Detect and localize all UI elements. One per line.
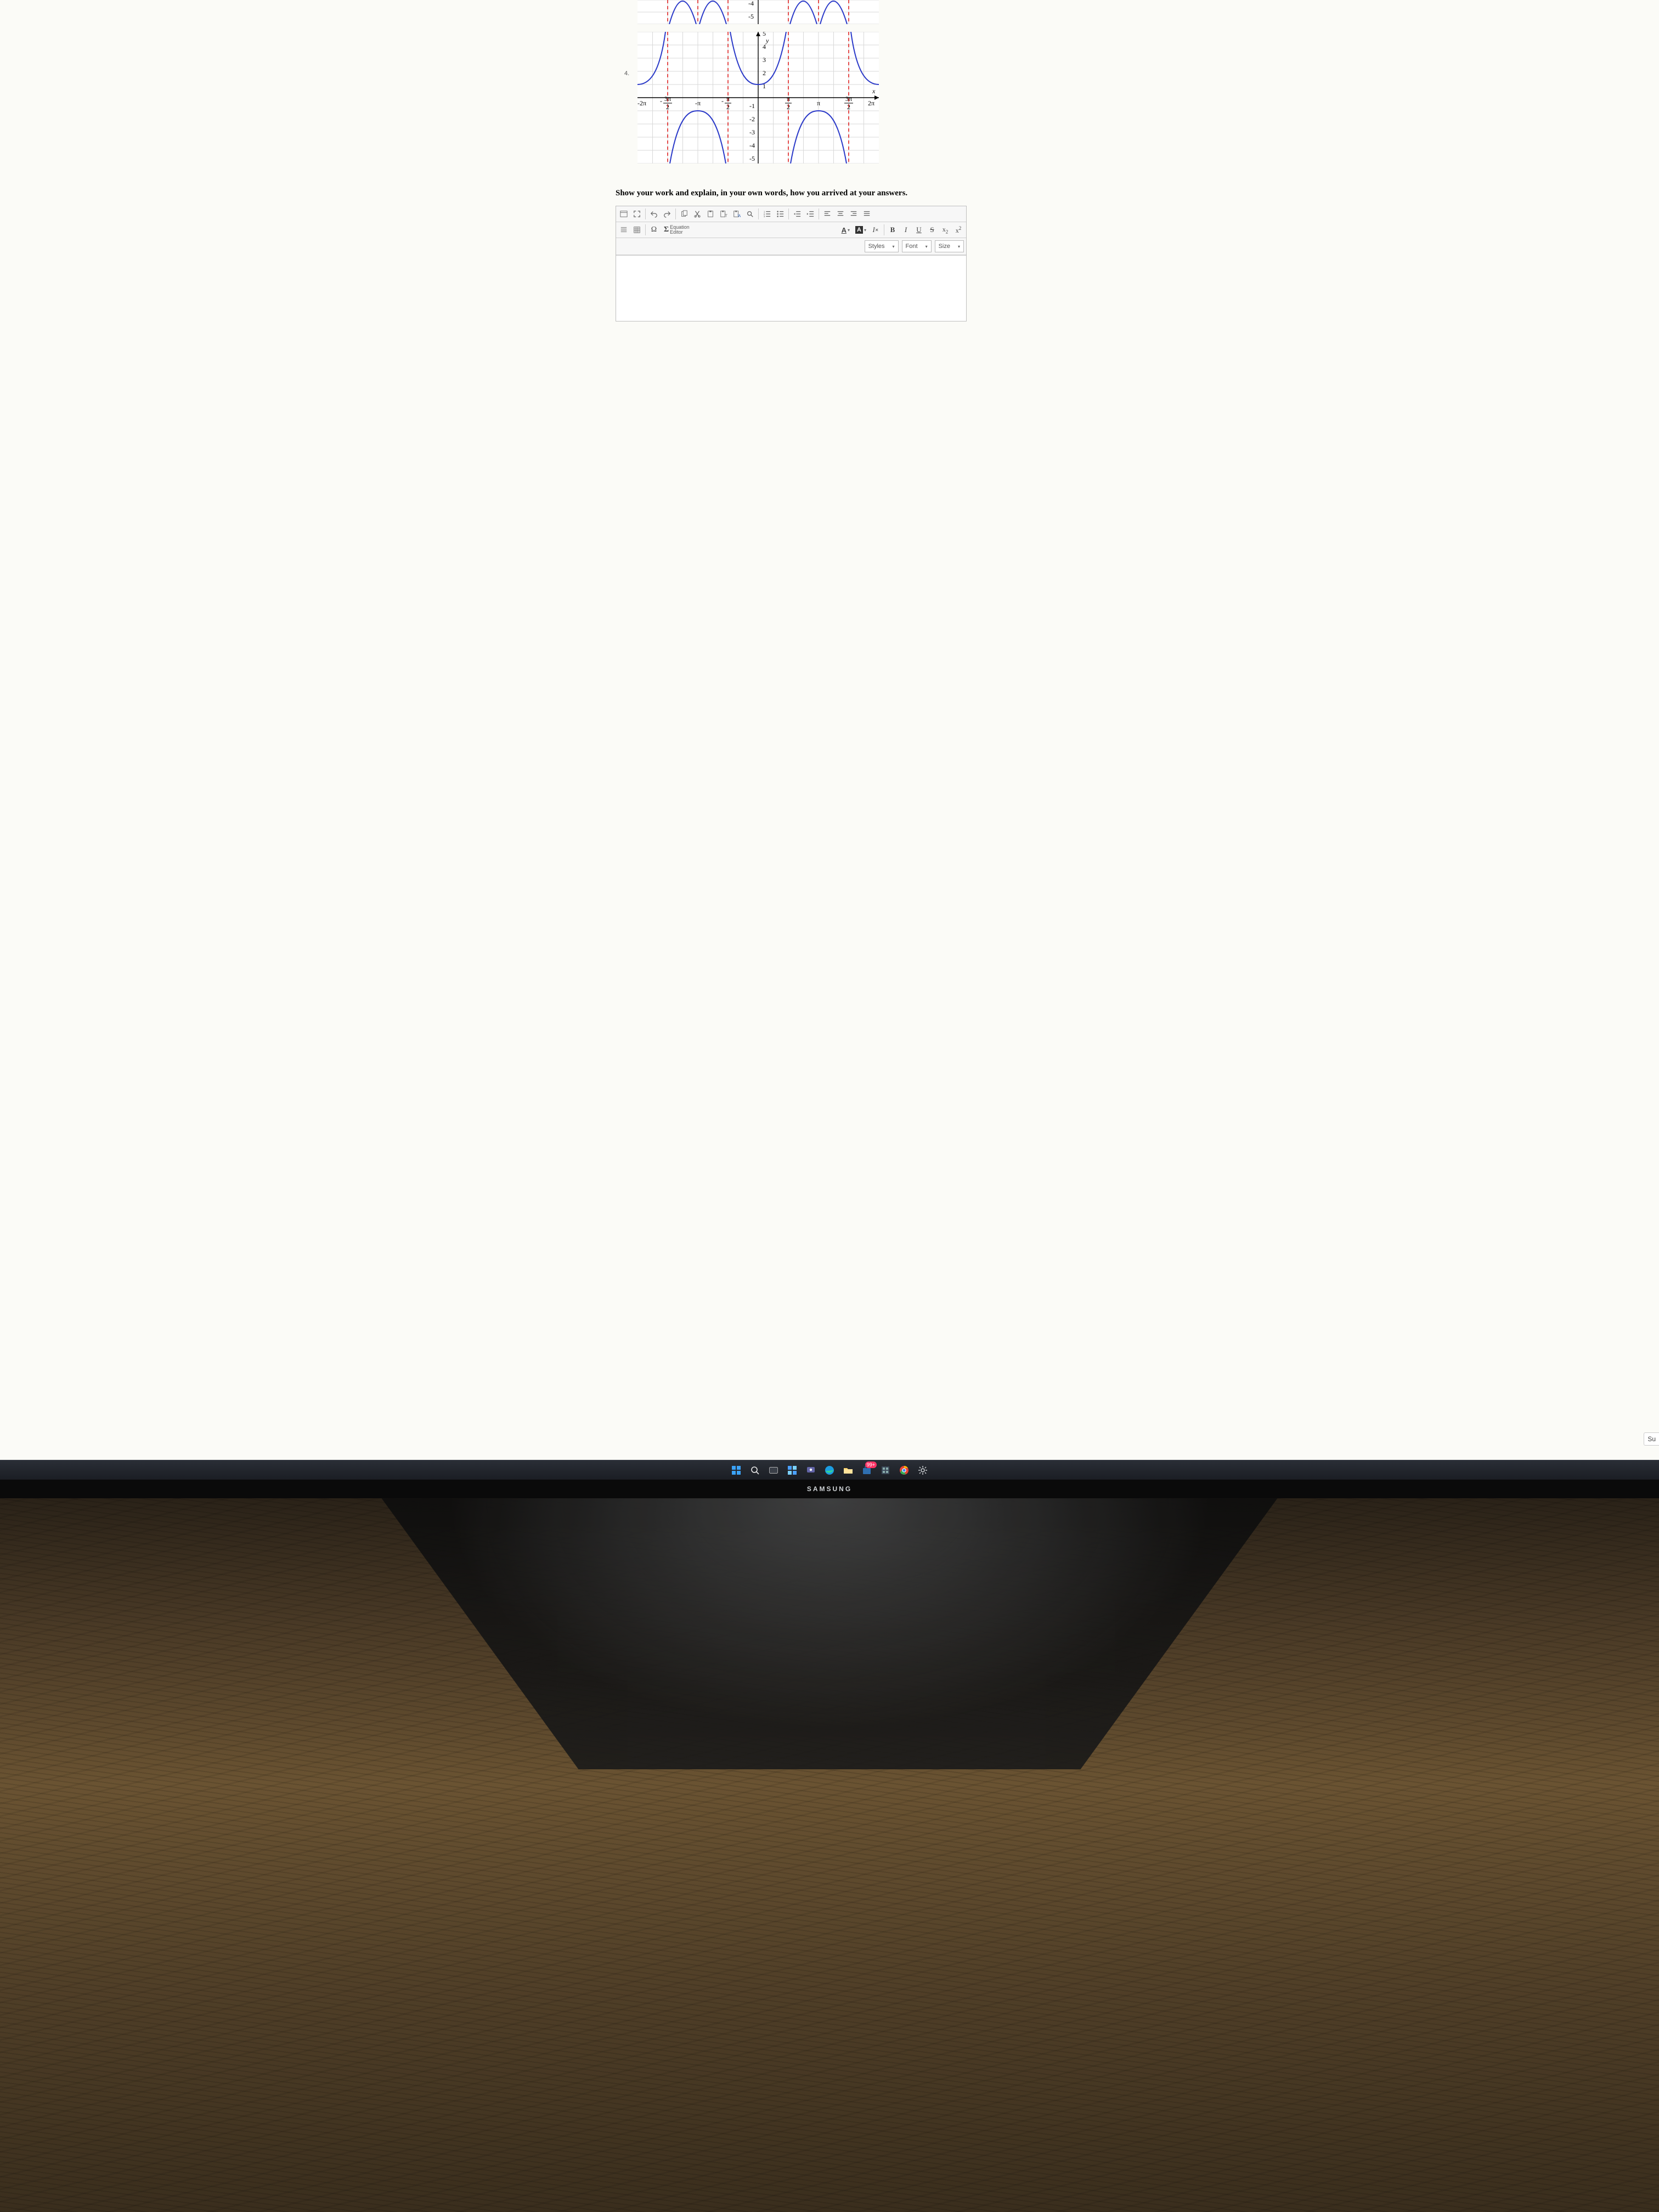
svg-text:3: 3 <box>763 56 766 64</box>
prompt-text: Show your work and explain, in your own … <box>616 189 1043 198</box>
hr-button[interactable] <box>618 224 630 236</box>
store-badge: 99+ <box>865 1462 877 1468</box>
svg-text:-4: -4 <box>749 142 755 149</box>
svg-text:2: 2 <box>787 103 790 111</box>
indent-button[interactable] <box>804 208 816 220</box>
svg-text:-: - <box>660 97 662 105</box>
remove-format-button[interactable]: I✕ <box>870 224 882 236</box>
chart-partial-top: -4 -5 <box>637 0 879 24</box>
underline-button[interactable]: U <box>913 224 925 236</box>
superscript-button[interactable]: x2 <box>952 224 964 236</box>
chat-icon[interactable] <box>805 1465 816 1476</box>
redo-button[interactable] <box>661 208 673 220</box>
toolbar-row-1: T W 123 <box>616 206 966 222</box>
toolbar-row-2: Ω Σ EquationEditor A▾ A▾ I✕ B I U S x2 x… <box>616 222 966 238</box>
svg-text:2π: 2π <box>868 99 874 107</box>
align-center-button[interactable] <box>834 208 847 220</box>
maximize-button[interactable] <box>631 208 643 220</box>
svg-text:-3: -3 <box>749 128 755 136</box>
font-combo[interactable]: Font▾ <box>902 240 932 252</box>
svg-text:-π: -π <box>695 99 701 107</box>
paste-text-button[interactable]: T <box>718 208 730 220</box>
widgets-icon[interactable] <box>787 1465 798 1476</box>
styles-combo[interactable]: Styles▾ <box>865 240 899 252</box>
desk-surface <box>0 1498 1659 2212</box>
store-icon[interactable]: 99+ <box>861 1465 872 1476</box>
svg-text:T: T <box>725 214 727 218</box>
chrome-icon[interactable] <box>899 1465 910 1476</box>
svg-text:-5: -5 <box>748 13 754 20</box>
svg-text:π: π <box>726 95 730 103</box>
outdent-button[interactable] <box>791 208 803 220</box>
taskview-icon[interactable] <box>768 1465 779 1476</box>
align-left-button[interactable] <box>821 208 833 220</box>
svg-text:π: π <box>787 95 790 103</box>
numbered-list-button[interactable]: 123 <box>761 208 773 220</box>
question-number: 4. <box>624 70 629 77</box>
table-button[interactable] <box>631 224 643 236</box>
bulleted-list-button[interactable] <box>774 208 786 220</box>
svg-text:y: y <box>765 37 769 44</box>
strike-button[interactable]: S <box>926 224 938 236</box>
svg-text:-5: -5 <box>749 155 755 162</box>
svg-text:-4: -4 <box>748 0 754 7</box>
align-right-button[interactable] <box>848 208 860 220</box>
monitor-stand <box>382 1498 1278 1769</box>
svg-text:-1: -1 <box>749 102 755 110</box>
editor-body[interactable] <box>616 255 966 321</box>
subscript-button[interactable]: x2 <box>939 224 951 236</box>
undo-button[interactable] <box>648 208 660 220</box>
svg-text:x: x <box>872 87 876 95</box>
settings-icon[interactable] <box>917 1465 928 1476</box>
source-button[interactable] <box>618 208 630 220</box>
text-color-button[interactable]: A▾ <box>839 224 852 236</box>
edge-icon[interactable] <box>824 1465 835 1476</box>
svg-text:3: 3 <box>764 215 765 218</box>
taskbar: 99+ <box>0 1460 1659 1480</box>
cut-button[interactable] <box>691 208 703 220</box>
svg-text:-2: -2 <box>749 115 755 123</box>
svg-text:3π: 3π <box>845 95 852 103</box>
special-char-button[interactable]: Ω <box>648 224 660 236</box>
chart-sec: 543 21 -1-2 -3-4 -5 y x -2π -π π 2π -3π <box>637 32 879 163</box>
svg-text:2: 2 <box>726 103 730 111</box>
equation-editor-button[interactable]: Σ EquationEditor <box>661 224 692 236</box>
size-combo[interactable]: Size▾ <box>935 240 964 252</box>
svg-text:-2π: -2π <box>637 99 646 107</box>
explorer-icon[interactable] <box>843 1465 854 1476</box>
monitor-bezel: SAMSUNG <box>0 1480 1659 1498</box>
svg-text:1: 1 <box>763 82 766 90</box>
toolbar-row-3: Styles▾ Font▾ Size▾ <box>616 238 966 255</box>
bg-color-button[interactable]: A▾ <box>853 224 868 236</box>
copy-button[interactable] <box>678 208 690 220</box>
svg-text:2: 2 <box>847 103 850 111</box>
start-icon[interactable] <box>731 1465 742 1476</box>
align-justify-button[interactable] <box>861 208 873 220</box>
svg-text:-: - <box>721 97 724 105</box>
paste-button[interactable] <box>704 208 716 220</box>
search-icon[interactable] <box>749 1465 760 1476</box>
find-button[interactable] <box>744 208 756 220</box>
rich-text-editor: T W 123 Ω Σ <box>616 206 967 321</box>
side-button[interactable]: Su <box>1644 1432 1659 1446</box>
app-icon[interactable] <box>880 1465 891 1476</box>
bold-button[interactable]: B <box>887 224 899 236</box>
paste-word-button[interactable]: W <box>731 208 743 220</box>
italic-button[interactable]: I <box>900 224 912 236</box>
svg-text:3π: 3π <box>664 95 671 103</box>
svg-text:π: π <box>817 99 820 107</box>
svg-text:W: W <box>738 214 741 218</box>
svg-text:2: 2 <box>666 103 669 111</box>
svg-text:2: 2 <box>763 69 766 77</box>
